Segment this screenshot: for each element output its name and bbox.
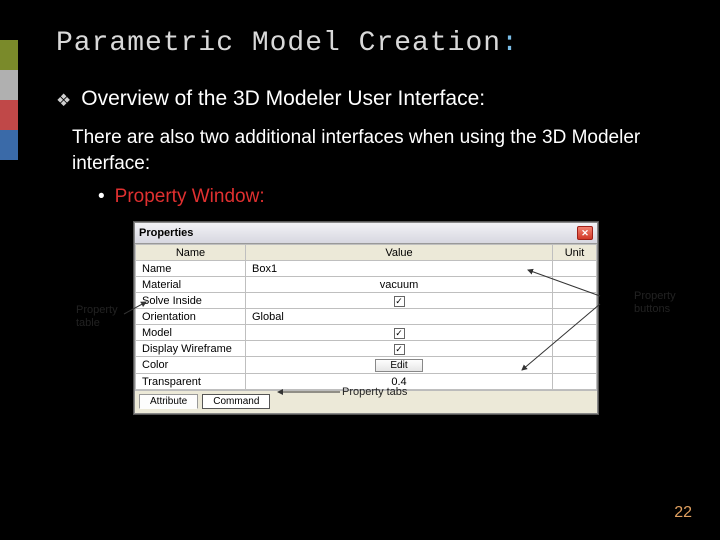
cell-unit (553, 325, 597, 341)
sub-bullet-text: Property Window: (115, 186, 265, 208)
checkbox-icon[interactable]: ✓ (394, 296, 405, 307)
tab-command[interactable]: Command (202, 394, 270, 409)
table-row: Color Edit (136, 357, 597, 374)
col-unit: Unit (553, 245, 597, 261)
cell-value[interactable]: Global (246, 309, 553, 325)
properties-table: Name Value Unit NameBox1MaterialvacuumSo… (135, 244, 597, 390)
page-number: 22 (674, 504, 692, 522)
cell-unit (553, 309, 597, 325)
sub-bullet: • Property Window: (0, 176, 720, 208)
table-row: Model ✓ (136, 325, 597, 341)
cell-unit (553, 293, 597, 309)
dot-bullet-icon: • (98, 186, 105, 208)
table-row: Materialvacuum (136, 277, 597, 293)
cell-value[interactable]: vacuum (246, 277, 553, 293)
title-colon: : (501, 28, 519, 59)
cell-value[interactable]: ✓ (246, 293, 553, 309)
properties-figure: Property table Property buttons Property… (80, 222, 640, 414)
cell-value[interactable]: Box1 (246, 261, 553, 277)
callout-property-buttons: Property buttons (634, 290, 690, 315)
cell-name: Color (136, 357, 246, 374)
paragraph: There are also two additional interfaces… (0, 115, 720, 176)
col-name: Name (136, 245, 246, 261)
cell-unit (553, 261, 597, 277)
diamond-bullet-icon: ❖ (56, 87, 71, 115)
slide-title: Parametric Model Creation: (0, 0, 720, 59)
checkbox-icon[interactable]: ✓ (394, 344, 405, 355)
bullet-text: Overview of the 3D Modeler User Interfac… (81, 87, 485, 111)
cell-unit (553, 357, 597, 374)
bullet-row: ❖ Overview of the 3D Modeler User Interf… (0, 59, 720, 115)
cell-unit (553, 341, 597, 357)
table-row: Solve Inside ✓ (136, 293, 597, 309)
table-row: Display Wireframe ✓ (136, 341, 597, 357)
tab-attribute[interactable]: Attribute (139, 394, 198, 409)
col-value: Value (246, 245, 553, 261)
cell-name: Orientation (136, 309, 246, 325)
cell-name: Model (136, 325, 246, 341)
callout-property-table: Property table (76, 304, 130, 329)
cell-unit (553, 374, 597, 390)
table-header-row: Name Value Unit (136, 245, 597, 261)
checkbox-icon[interactable]: ✓ (394, 328, 405, 339)
table-row: NameBox1 (136, 261, 597, 277)
cell-name: Name (136, 261, 246, 277)
properties-titlebar: Properties ✕ (135, 223, 597, 244)
cell-name: Material (136, 277, 246, 293)
title-text: Parametric Model Creation (56, 28, 501, 59)
close-icon[interactable]: ✕ (577, 226, 593, 240)
edit-button[interactable]: Edit (375, 359, 422, 372)
properties-title: Properties (139, 227, 193, 239)
cell-unit (553, 277, 597, 293)
cell-value[interactable]: ✓ (246, 341, 553, 357)
cell-name: Solve Inside (136, 293, 246, 309)
cell-value[interactable]: Edit (246, 357, 553, 374)
table-row: OrientationGlobal (136, 309, 597, 325)
accent-strip (0, 40, 18, 160)
cell-name: Transparent (136, 374, 246, 390)
cell-value[interactable]: ✓ (246, 325, 553, 341)
callout-property-tabs: Property tabs (342, 386, 407, 398)
cell-name: Display Wireframe (136, 341, 246, 357)
